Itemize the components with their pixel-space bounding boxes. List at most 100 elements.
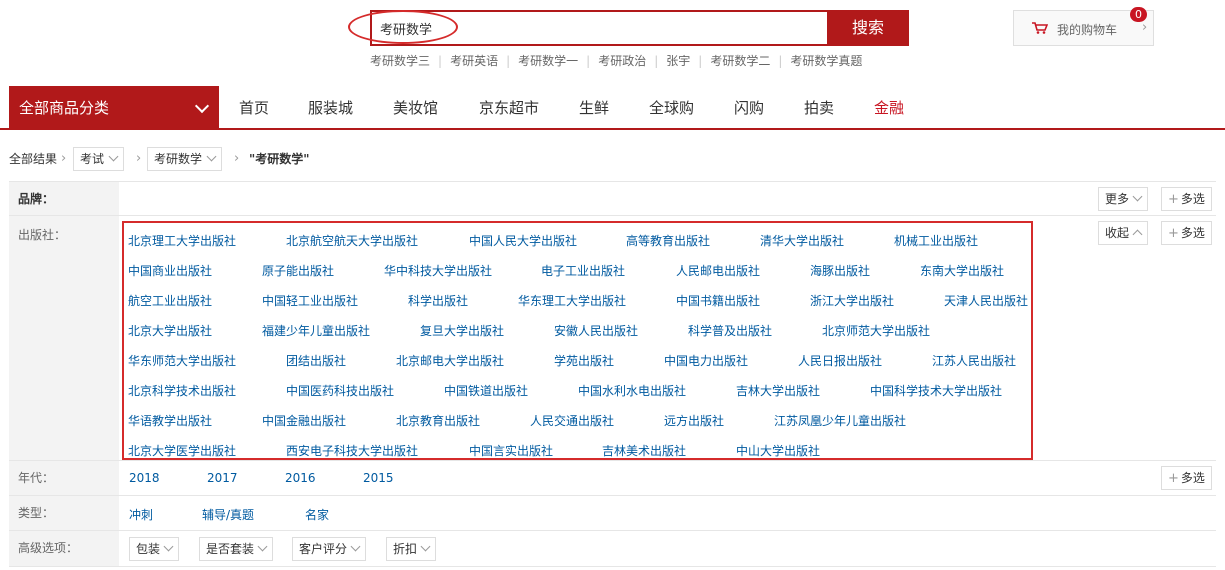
publisher-collapse-button[interactable]: 收起 bbox=[1098, 221, 1149, 245]
type-option[interactable]: 冲刺 bbox=[129, 506, 153, 523]
nav-item-auction[interactable]: 拍卖 bbox=[804, 86, 834, 130]
advanced-dropdown-packaging[interactable]: 包装 bbox=[129, 537, 180, 561]
year-option[interactable]: 2016 bbox=[285, 471, 316, 485]
year-option[interactable]: 2018 bbox=[129, 471, 160, 485]
publisher-link[interactable]: 中国铁道出版社 bbox=[444, 382, 528, 399]
publisher-link[interactable]: 中国书籍出版社 bbox=[676, 292, 760, 309]
search-button[interactable]: 搜索 bbox=[827, 10, 909, 46]
publisher-link[interactable]: 中国言实出版社 bbox=[469, 442, 553, 459]
hotword-link[interactable]: 考研数学真题 bbox=[790, 54, 862, 68]
publisher-link[interactable]: 华语教学出版社 bbox=[128, 412, 212, 429]
hotword-link[interactable]: 考研数学三 bbox=[370, 54, 430, 68]
hotword-link[interactable]: 张宇 bbox=[666, 54, 690, 68]
publisher-link[interactable]: 中国商业出版社 bbox=[128, 262, 212, 279]
publisher-link[interactable]: 江苏凤凰少年儿童出版社 bbox=[774, 412, 906, 429]
publisher-link[interactable]: 华东师范大学出版社 bbox=[128, 352, 236, 369]
publisher-link[interactable]: 人民邮电出版社 bbox=[676, 262, 760, 279]
chevron-down-icon bbox=[257, 541, 268, 552]
publisher-link[interactable]: 中国人民大学出版社 bbox=[469, 232, 577, 249]
nav-item-global[interactable]: 全球购 bbox=[649, 86, 694, 130]
chevron-down-icon bbox=[163, 541, 174, 552]
separator: | bbox=[586, 54, 591, 68]
nav-item-finance[interactable]: 金融 bbox=[874, 86, 904, 130]
publisher-link[interactable]: 团结出版社 bbox=[286, 352, 346, 369]
publisher-link[interactable]: 中山大学出版社 bbox=[736, 442, 820, 459]
publisher-link[interactable]: 华东理工大学出版社 bbox=[518, 292, 626, 309]
publisher-link[interactable]: 吉林美术出版社 bbox=[602, 442, 686, 459]
breadcrumb-dropdown-label: 考研数学 bbox=[154, 152, 203, 166]
publisher-link[interactable]: 中国轻工业出版社 bbox=[262, 292, 358, 309]
publisher-link[interactable]: 北京理工大学出版社 bbox=[128, 232, 236, 249]
publisher-link[interactable]: 中国电力出版社 bbox=[664, 352, 748, 369]
publisher-link[interactable]: 北京教育出版社 bbox=[396, 412, 480, 429]
publisher-link[interactable]: 北京大学出版社 bbox=[128, 322, 212, 339]
plus-icon: + bbox=[1168, 192, 1179, 207]
publisher-link[interactable]: 科学普及出版社 bbox=[688, 322, 772, 339]
publisher-link[interactable]: 远方出版社 bbox=[664, 412, 724, 429]
advanced-dropdown-set[interactable]: 是否套装 bbox=[199, 537, 274, 561]
breadcrumb-root[interactable]: 全部结果 bbox=[9, 147, 57, 171]
hotword-link[interactable]: 考研政治 bbox=[598, 54, 646, 68]
publisher-link[interactable]: 吉林大学出版社 bbox=[736, 382, 820, 399]
brand-more-button[interactable]: 更多 bbox=[1098, 187, 1149, 211]
chevron-down-icon bbox=[194, 98, 210, 114]
hotword-link[interactable]: 考研数学二 bbox=[710, 54, 770, 68]
filter-label: 类型： bbox=[9, 496, 119, 530]
publisher-link[interactable]: 北京航空航天大学出版社 bbox=[286, 232, 418, 249]
main-nav: 全部商品分类 首页 服装城 美妆馆 京东超市 生鲜 全球购 闪购 拍卖 金融 bbox=[0, 86, 1225, 130]
breadcrumb-dropdown-label: 考试 bbox=[80, 152, 105, 166]
publisher-link[interactable]: 学苑出版社 bbox=[554, 352, 614, 369]
breadcrumb-dropdown-exam[interactable]: 考试 bbox=[73, 147, 125, 171]
brand-multi-select-button[interactable]: + 多选 bbox=[1161, 187, 1212, 211]
year-multi-select-button[interactable]: + 多选 bbox=[1161, 466, 1212, 490]
publisher-link[interactable]: 北京大学医学出版社 bbox=[128, 442, 236, 459]
publisher-link[interactable]: 原子能出版社 bbox=[262, 262, 334, 279]
publisher-link[interactable]: 江苏人民出版社 bbox=[932, 352, 1016, 369]
publisher-link[interactable]: 东南大学出版社 bbox=[920, 262, 1004, 279]
publisher-link[interactable]: 中国水利水电出版社 bbox=[578, 382, 686, 399]
nav-item-flash[interactable]: 闪购 bbox=[734, 86, 764, 130]
publisher-link[interactable]: 中国医药科技出版社 bbox=[286, 382, 394, 399]
publisher-link[interactable]: 浙江大学出版社 bbox=[810, 292, 894, 309]
publisher-link[interactable]: 北京师范大学出版社 bbox=[822, 322, 930, 339]
publisher-link[interactable]: 电子工业出版社 bbox=[541, 262, 625, 279]
type-option[interactable]: 辅导/真题 bbox=[202, 506, 254, 523]
hotword-link[interactable]: 考研数学一 bbox=[518, 54, 578, 68]
nav-item-beauty[interactable]: 美妆馆 bbox=[393, 86, 438, 130]
all-categories-button[interactable]: 全部商品分类 bbox=[9, 86, 219, 130]
search-input[interactable] bbox=[370, 10, 827, 46]
year-option[interactable]: 2017 bbox=[207, 471, 238, 485]
nav-item-supermarket[interactable]: 京东超市 bbox=[479, 86, 539, 130]
publisher-link[interactable]: 高等教育出版社 bbox=[626, 232, 710, 249]
publisher-link[interactable]: 海豚出版社 bbox=[810, 262, 870, 279]
publisher-link[interactable]: 西安电子科技大学出版社 bbox=[286, 442, 418, 459]
publisher-link[interactable]: 安徽人民出版社 bbox=[554, 322, 638, 339]
chevron-right-icon: › bbox=[136, 151, 142, 166]
publisher-link[interactable]: 航空工业出版社 bbox=[128, 292, 212, 309]
publisher-link[interactable]: 科学出版社 bbox=[408, 292, 468, 309]
publisher-link[interactable]: 中国金融出版社 bbox=[262, 412, 346, 429]
publisher-link[interactable]: 复旦大学出版社 bbox=[420, 322, 504, 339]
shopping-cart-button[interactable]: 我的购物车 0 › bbox=[1013, 7, 1154, 46]
publisher-link[interactable]: 人民交通出版社 bbox=[530, 412, 614, 429]
breadcrumb-dropdown-subject[interactable]: 考研数学 bbox=[147, 147, 223, 171]
publisher-link[interactable]: 福建少年儿童出版社 bbox=[262, 322, 370, 339]
nav-item-fresh[interactable]: 生鲜 bbox=[579, 86, 609, 130]
type-option[interactable]: 名家 bbox=[305, 506, 329, 523]
hotword-link[interactable]: 考研英语 bbox=[450, 54, 498, 68]
publisher-link[interactable]: 北京邮电大学出版社 bbox=[396, 352, 504, 369]
publisher-multi-select-button[interactable]: + 多选 bbox=[1161, 221, 1212, 245]
publisher-highlight-box: 北京理工大学出版社 北京航空航天大学出版社 中国人民大学出版社 高等教育出版社 … bbox=[122, 221, 1033, 460]
advanced-dropdown-discount[interactable]: 折扣 bbox=[386, 537, 437, 561]
publisher-link[interactable]: 华中科技大学出版社 bbox=[384, 262, 492, 279]
advanced-dropdown-rating[interactable]: 客户评分 bbox=[292, 537, 367, 561]
nav-item-clothing[interactable]: 服装城 bbox=[308, 86, 353, 130]
publisher-link[interactable]: 北京科学技术出版社 bbox=[128, 382, 236, 399]
publisher-link[interactable]: 中国科学技术大学出版社 bbox=[870, 382, 1002, 399]
publisher-link[interactable]: 机械工业出版社 bbox=[894, 232, 978, 249]
year-option[interactable]: 2015 bbox=[363, 471, 394, 485]
publisher-link[interactable]: 天津人民出版社 bbox=[944, 292, 1028, 309]
publisher-link[interactable]: 人民日报出版社 bbox=[798, 352, 882, 369]
publisher-link[interactable]: 清华大学出版社 bbox=[760, 232, 844, 249]
nav-item-home[interactable]: 首页 bbox=[239, 86, 269, 130]
